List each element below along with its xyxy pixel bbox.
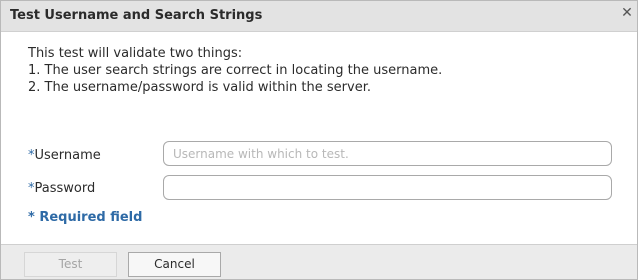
username-label: *Username [28, 148, 101, 163]
password-input[interactable] [163, 175, 612, 200]
intro-text: This test will validate two things: 1. T… [28, 45, 442, 96]
test-button[interactable]: Test [24, 252, 117, 277]
intro-line-3: 2. The username/password is valid within… [28, 80, 371, 95]
username-label-text: Username [34, 148, 101, 163]
dialog-footer: Test Cancel [1, 244, 637, 279]
required-field-note: * Required field [28, 210, 143, 225]
username-input[interactable] [163, 141, 612, 166]
password-label: *Password [28, 181, 95, 196]
intro-line-1: This test will validate two things: [28, 46, 243, 61]
close-icon[interactable]: ✕ [619, 5, 635, 21]
intro-line-2: 1. The user search strings are correct i… [28, 63, 443, 78]
test-credentials-dialog: Test Username and Search Strings ✕ This … [0, 0, 638, 280]
cancel-button[interactable]: Cancel [128, 252, 221, 277]
dialog-title: Test Username and Search Strings [10, 8, 263, 23]
dialog-titlebar: Test Username and Search Strings ✕ [1, 1, 637, 32]
password-label-text: Password [34, 181, 96, 196]
